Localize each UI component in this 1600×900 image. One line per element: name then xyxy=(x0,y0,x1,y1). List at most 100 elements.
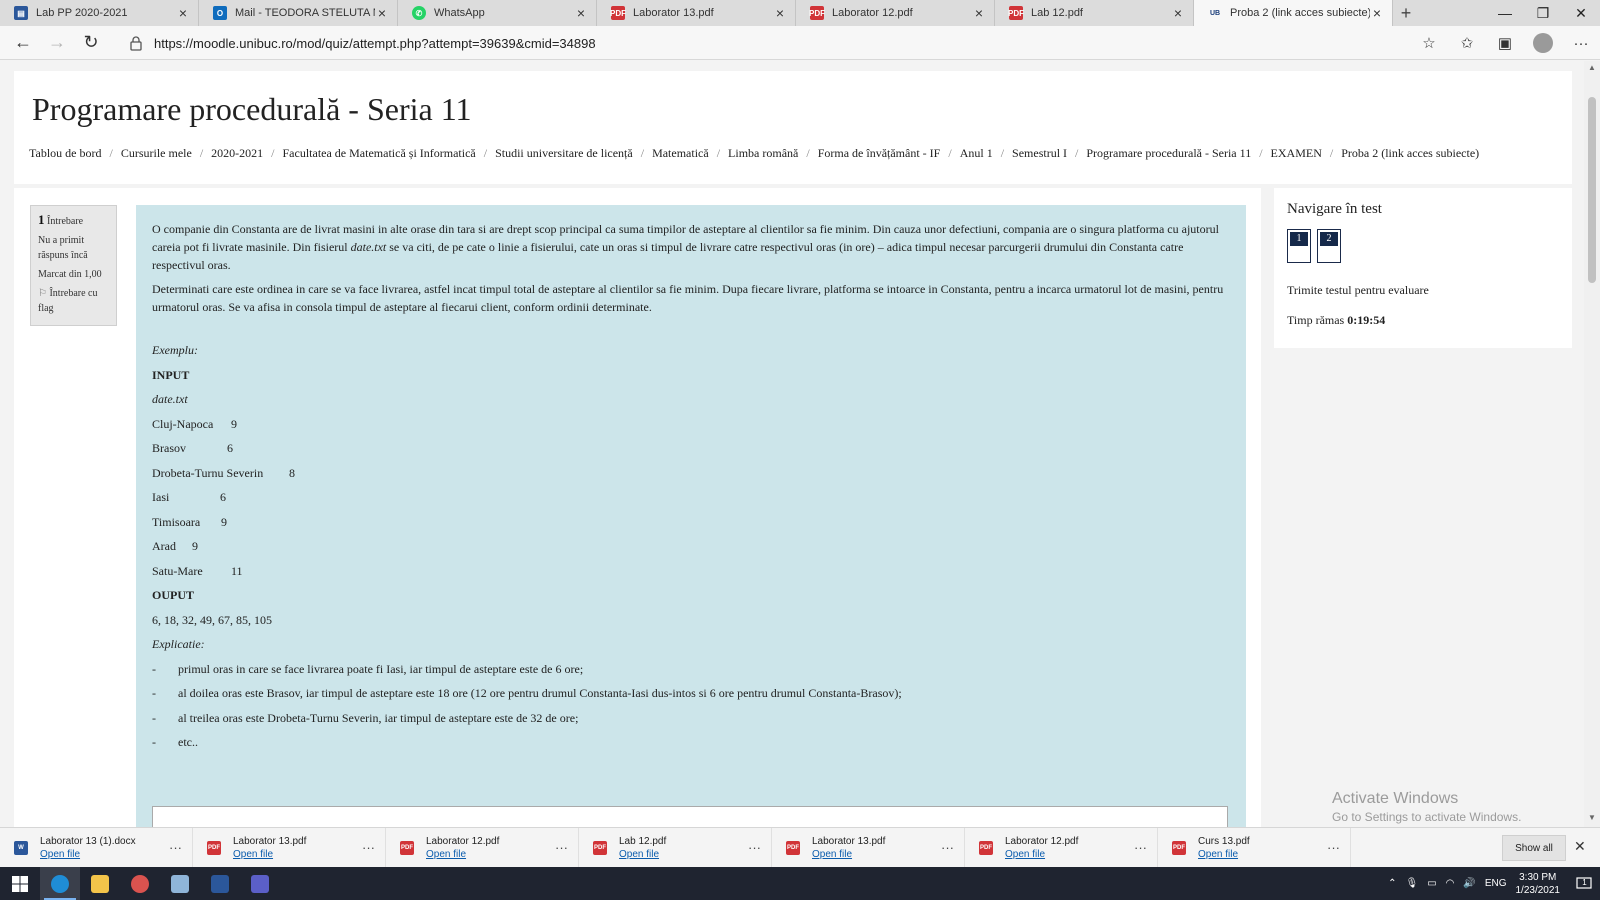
browser-tab[interactable]: PDF Lab 12.pdf × xyxy=(995,0,1194,26)
breadcrumb-item[interactable]: Programare procedurală - Seria 11 xyxy=(1086,146,1251,161)
browser-tab[interactable]: O Mail - TEODORA STELUTA NICU × xyxy=(199,0,398,26)
breadcrumb-item[interactable]: 2020-2021 xyxy=(211,146,263,161)
more-icon[interactable]: ··· xyxy=(941,840,954,855)
more-icon[interactable]: ··· xyxy=(362,840,375,855)
page-scrollbar[interactable]: ▲ ▼ xyxy=(1584,61,1600,827)
breadcrumb-item[interactable]: Limba română xyxy=(728,146,798,161)
download-item[interactable]: PDF Laborator 12.pdf Open file ··· xyxy=(386,827,579,868)
download-item[interactable]: PDF Laborator 12.pdf Open file ··· xyxy=(965,827,1158,868)
more-icon[interactable]: ··· xyxy=(169,840,182,855)
breadcrumb-item[interactable]: Matematică xyxy=(652,146,709,161)
battery-icon[interactable]: ▭ xyxy=(1427,878,1436,889)
scroll-down-arrow-icon[interactable]: ▼ xyxy=(1584,813,1600,825)
open-file-link[interactable]: Open file xyxy=(812,849,885,860)
wifi-icon[interactable]: ◠ xyxy=(1446,878,1455,889)
collections-icon[interactable]: ▣ xyxy=(1486,26,1524,60)
open-file-link[interactable]: Open file xyxy=(619,849,666,860)
download-item[interactable]: PDF Lab 12.pdf Open file ··· xyxy=(579,827,772,868)
download-item[interactable]: PDF Laborator 13.pdf Open file ··· xyxy=(193,827,386,868)
question-nav-button[interactable]: 2 xyxy=(1317,229,1341,263)
pdf-icon: PDF xyxy=(610,6,626,20)
teams-icon[interactable] xyxy=(240,867,280,900)
breadcrumb-item[interactable]: Facultatea de Matematică și Informatică xyxy=(283,146,476,161)
close-icon[interactable]: × xyxy=(574,5,588,21)
browser-tab[interactable]: PDF Laborator 12.pdf × xyxy=(796,0,995,26)
close-icon[interactable]: × xyxy=(176,5,190,21)
answer-editor[interactable] xyxy=(152,806,1228,827)
question-info: 1 Întrebare Nu a primit răspuns încă Mar… xyxy=(30,205,117,326)
output-value: 6, 18, 32, 49, 67, 85, 105 xyxy=(152,612,272,627)
lock-icon xyxy=(130,36,142,51)
tab-title: Laborator 12.pdf xyxy=(832,7,913,19)
file-explorer-icon[interactable] xyxy=(80,867,120,900)
example-label: Exemplu: xyxy=(152,343,198,358)
back-arrow-icon[interactable]: ← xyxy=(6,26,40,60)
notes-app-icon[interactable] xyxy=(160,867,200,900)
restore-icon[interactable]: ❐ xyxy=(1524,0,1562,26)
close-icon[interactable]: × xyxy=(1171,5,1185,21)
browser-tab-active[interactable]: UB Proba 2 (link acces subiecte) × xyxy=(1194,0,1393,26)
language-indicator[interactable]: ENG xyxy=(1485,878,1507,889)
address-bar[interactable]: https://moodle.unibuc.ro/mod/quiz/attemp… xyxy=(120,30,1420,56)
close-icon[interactable]: × xyxy=(375,5,389,21)
pdf-icon: PDF xyxy=(786,840,800,855)
minimize-icon[interactable]: — xyxy=(1486,0,1524,26)
show-all-button[interactable]: Show all xyxy=(1502,835,1566,861)
submit-test-link[interactable]: Trimite testul pentru evaluare xyxy=(1287,283,1429,298)
clock[interactable]: 3:30 PM 1/23/2021 xyxy=(1516,871,1561,897)
edge-icon[interactable] xyxy=(40,867,80,900)
flag-question-link[interactable]: ⚐ Întrebare cu flag xyxy=(38,286,109,316)
breadcrumb-item[interactable]: EXAMEN xyxy=(1271,146,1322,161)
breadcrumb-item[interactable]: Studii universitare de licență xyxy=(495,146,633,161)
scroll-up-arrow-icon[interactable]: ▲ xyxy=(1584,63,1600,75)
close-icon[interactable]: ✕ xyxy=(1574,838,1586,855)
more-icon[interactable]: ··· xyxy=(1134,840,1147,855)
close-window-icon[interactable]: ✕ xyxy=(1562,0,1600,26)
chevron-up-icon[interactable]: ⌃ xyxy=(1388,878,1396,889)
breadcrumb-item[interactable]: Forma de învățământ - IF xyxy=(818,146,941,161)
pdf-icon: PDF xyxy=(979,840,993,855)
more-icon[interactable]: ··· xyxy=(748,840,761,855)
clock-time: 3:30 PM xyxy=(1519,871,1557,883)
microphone-icon[interactable]: 🎙 xyxy=(1405,878,1418,889)
browser-tab[interactable]: PDF Laborator 13.pdf × xyxy=(597,0,796,26)
download-item[interactable]: PDF Laborator 13.pdf Open file ··· xyxy=(772,827,965,868)
scrollbar-thumb[interactable] xyxy=(1588,97,1596,283)
question-number: 1 xyxy=(38,212,45,227)
new-tab-button[interactable]: + xyxy=(1393,0,1419,26)
open-file-link[interactable]: Open file xyxy=(1005,849,1078,860)
explanation-bullet: - etc.. xyxy=(152,735,198,750)
breadcrumb-item-current[interactable]: Proba 2 (link acces subiecte) xyxy=(1341,146,1479,161)
more-icon[interactable]: ··· xyxy=(555,840,568,855)
close-icon[interactable]: × xyxy=(1370,5,1384,21)
question-nav-button[interactable]: 1 xyxy=(1287,229,1311,263)
volume-icon[interactable]: 🔊 xyxy=(1463,878,1475,889)
settings-app-icon[interactable] xyxy=(120,867,160,900)
notification-icon[interactable]: 1 xyxy=(1572,867,1600,900)
star-icon[interactable]: ☆ xyxy=(1410,26,1448,60)
favorites-icon[interactable]: ✩ xyxy=(1448,26,1486,60)
breadcrumb-item[interactable]: Cursurile mele xyxy=(121,146,192,161)
windows-start-icon[interactable] xyxy=(0,867,40,900)
forward-arrow-icon[interactable]: → xyxy=(40,26,74,60)
download-item[interactable]: PDF Curs 13.pdf Open file ··· xyxy=(1158,827,1351,868)
open-file-link[interactable]: Open file xyxy=(40,849,136,860)
more-icon[interactable]: ··· xyxy=(1327,840,1340,855)
breadcrumb-item[interactable]: Anul 1 xyxy=(960,146,993,161)
open-file-link[interactable]: Open file xyxy=(426,849,499,860)
refresh-icon[interactable]: ↻ xyxy=(74,26,108,60)
browser-tab[interactable]: ▤ Lab PP 2020-2021 × xyxy=(0,0,199,26)
profile-avatar[interactable] xyxy=(1524,26,1562,60)
question-status: Nu a primit răspuns încă xyxy=(38,235,88,261)
breadcrumb-item[interactable]: Semestrul I xyxy=(1012,146,1067,161)
url-text: https://moodle.unibuc.ro/mod/quiz/attemp… xyxy=(154,35,596,51)
download-item[interactable]: W Laborator 13 (1).docx Open file ··· xyxy=(0,827,193,868)
close-icon[interactable]: × xyxy=(972,5,986,21)
open-file-link[interactable]: Open file xyxy=(1198,849,1250,860)
word-icon[interactable] xyxy=(200,867,240,900)
close-icon[interactable]: × xyxy=(773,5,787,21)
browser-tab[interactable]: ✆ WhatsApp × xyxy=(398,0,597,26)
open-file-link[interactable]: Open file xyxy=(233,849,306,860)
more-icon[interactable]: ··· xyxy=(1562,26,1600,60)
breadcrumb-item[interactable]: Tablou de bord xyxy=(29,146,101,161)
